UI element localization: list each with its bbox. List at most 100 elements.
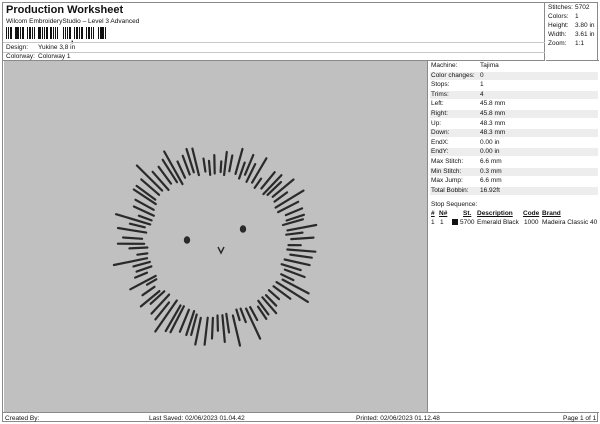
design-stitch-stroke [128, 246, 149, 250]
design-stitch-stroke [151, 170, 170, 191]
row-code: 1000 [524, 219, 539, 226]
row-stitches: 5700 [460, 219, 475, 226]
info-row: EndX: 0.00 in [430, 139, 598, 147]
barcode-bar [78, 27, 80, 39]
info-row: EndY: 0.00 in [430, 148, 598, 157]
design-stitch-stroke [141, 285, 156, 297]
barcode-bar [99, 27, 101, 39]
design-stitch-stroke [267, 289, 281, 301]
info-label: Color changes: [431, 71, 475, 79]
info-label: Down: [431, 129, 450, 137]
stop-sequence-row[interactable]: 1 1 5700 Emerald Black 1000 Madeira Clas… [430, 218, 598, 227]
design-stitch-stroke [135, 265, 153, 273]
design-stitch-stroke [253, 177, 263, 189]
stat-label: Stitches: [548, 4, 573, 11]
created-by: Created By: [5, 415, 40, 422]
design-value: Yukine 3,8 in [38, 44, 76, 51]
header-divider [3, 52, 545, 53]
barcode-bar [20, 27, 22, 39]
design-stitch-stroke [128, 222, 146, 229]
info-value: 6.6 mm [480, 158, 502, 165]
stat-height: Height: 3.80 in [548, 22, 595, 29]
worksheet-header: Production Worksheet Wilcom EmbroiderySt… [3, 3, 545, 61]
info-row: Total Bobbin: 16.92ft [430, 186, 598, 195]
barcode-bar [43, 27, 45, 39]
info-row: Machine: Tajima [430, 62, 598, 70]
design-stitch-stroke [223, 150, 228, 177]
info-value: 48.3 mm [480, 129, 506, 137]
info-label: Min Stitch: [431, 167, 462, 175]
design-stitch-stroke [225, 312, 231, 334]
info-row: Up: 48.3 mm [430, 120, 598, 128]
info-label: Left: [431, 100, 444, 108]
design-row: Design: Yukine 3,8 in [6, 44, 75, 51]
info-value: 0 [480, 71, 484, 79]
design-stitch-stroke [221, 314, 226, 343]
info-value: 4 [480, 90, 484, 98]
barcode-bar [74, 27, 75, 39]
info-label: Stops: [431, 81, 450, 89]
design-stitch-stroke [134, 271, 149, 279]
design-stitch-stroke [284, 207, 304, 217]
info-value: 45.8 mm [480, 110, 506, 117]
barcode-bar [31, 27, 34, 39]
stat-label: Width: [548, 31, 567, 38]
embroidery-design [112, 147, 318, 347]
page-number: Page 1 of 1 [563, 415, 597, 422]
barcode-bar [88, 27, 90, 39]
stat-value: 3.61 in [575, 31, 595, 38]
info-row: Stops: 1 [430, 81, 598, 89]
col-brand: Brand [542, 210, 561, 217]
barcode-bar [57, 27, 58, 39]
info-row: Left: 45.8 mm [430, 100, 598, 108]
stat-label: Height: [548, 22, 569, 29]
barcode-bar [67, 27, 69, 39]
row-num: 1 [431, 219, 435, 226]
design-stitch-stroke [281, 278, 310, 295]
barcode-bar [22, 27, 24, 39]
header-divider [3, 42, 545, 43]
barcode-bar [80, 27, 84, 39]
info-row: Trims: 4 [430, 90, 598, 99]
info-row: Min Stitch: 0.3 mm [430, 167, 598, 176]
stat-value: 3.80 in [575, 22, 595, 29]
design-stitch-stroke [286, 223, 318, 232]
design-stitch-stroke [132, 260, 151, 268]
barcode-bar [45, 27, 48, 39]
info-row: Max Stitch: 6.6 mm [430, 158, 598, 166]
design-stitch-stroke [238, 161, 246, 180]
design-stitch-stroke [154, 301, 171, 321]
colorway-label: Colorway: [6, 53, 35, 60]
barcode-bar [6, 27, 7, 39]
row-brand: Madeira Classic 40 [542, 219, 598, 226]
stat-label: Zoom: [548, 40, 567, 47]
info-value: Tajima [480, 62, 499, 69]
stat-width: Width: 3.61 in [548, 31, 595, 38]
design-stitch-stroke [290, 236, 315, 241]
info-label: Right: [431, 110, 448, 117]
printed-date: Printed: 02/06/2023 01.12.48 [356, 415, 440, 422]
barcode-bar [53, 27, 55, 39]
software-name: Wilcom EmbroideryStudio – Level 3 Advanc… [6, 18, 140, 25]
info-label: Max Stitch: [431, 158, 464, 165]
col-description: Description [477, 210, 513, 217]
barcode-bar [28, 27, 31, 39]
info-value: 1 [480, 81, 484, 89]
info-value: 0.00 in [480, 138, 500, 146]
info-row: Down: 48.3 mm [430, 129, 598, 138]
design-stitch-stroke [137, 214, 153, 222]
production-worksheet: Production Worksheet Wilcom EmbroiderySt… [2, 2, 599, 422]
design-stitch-stroke [210, 316, 214, 340]
design-stitch-stroke [286, 248, 317, 253]
design-preview[interactable] [4, 61, 428, 412]
colorway-row: Colorway: Colorway 1 [6, 53, 71, 60]
design-nose [217, 246, 225, 255]
stat-value: 1:1 [575, 40, 585, 47]
stat-stitches: Stitches: 5702 [548, 4, 589, 11]
info-value: 16.92ft [480, 186, 500, 194]
design-stitch-stroke [136, 252, 149, 256]
info-row: Max Jump: 6.6 mm [430, 177, 598, 185]
design-stitch-stroke [194, 316, 202, 346]
info-value: 0.3 mm [480, 167, 502, 175]
info-row: Right: 45.8 mm [430, 110, 598, 118]
